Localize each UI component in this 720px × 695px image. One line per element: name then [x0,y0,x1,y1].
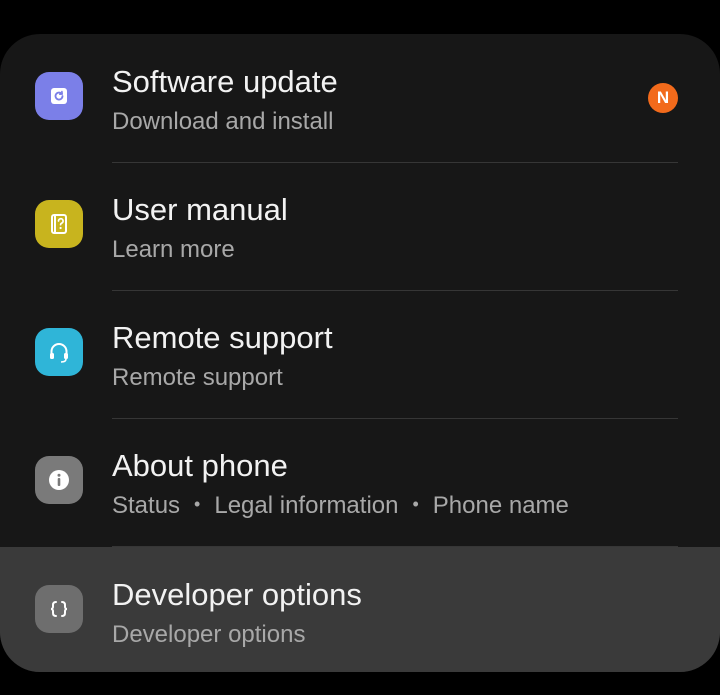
separator-dot: • [194,494,201,514]
settings-item-user-manual[interactable]: User manual Learn more [0,162,720,290]
new-badge: N [648,83,678,113]
item-title: About phone [112,448,288,483]
info-icon [35,456,83,504]
settings-item-software-update[interactable]: Software update Download and install N [0,34,720,162]
headset-icon [35,328,83,376]
settings-item-about-phone[interactable]: About phone Status • Legal information • Pho… [0,418,720,546]
settings-card: Software update Download and install N U… [0,34,720,672]
item-subtitle: Remote support [112,364,283,391]
subtitle-part-phone-name: Phone name [432,492,569,519]
item-subtitle: Status • Legal information • Phone name [112,492,569,520]
item-title: Software update [112,64,338,99]
item-title: Developer options [112,577,362,612]
item-title: User manual [112,192,288,227]
item-subtitle: Download and install [112,108,334,135]
settings-item-developer-options[interactable]: Developer options Developer options [0,547,720,672]
user-manual-icon [35,200,83,248]
subtitle-part-legal-information: Legal information [214,492,399,519]
subtitle-part-status: Status [112,492,181,519]
settings-item-remote-support[interactable]: Remote support Remote support [0,290,720,418]
software-update-icon [35,72,83,120]
item-subtitle: Learn more [112,236,235,263]
item-subtitle: Developer options [112,621,306,648]
item-title: Remote support [112,320,333,355]
braces-icon [35,585,83,633]
separator-dot: • [412,494,419,514]
